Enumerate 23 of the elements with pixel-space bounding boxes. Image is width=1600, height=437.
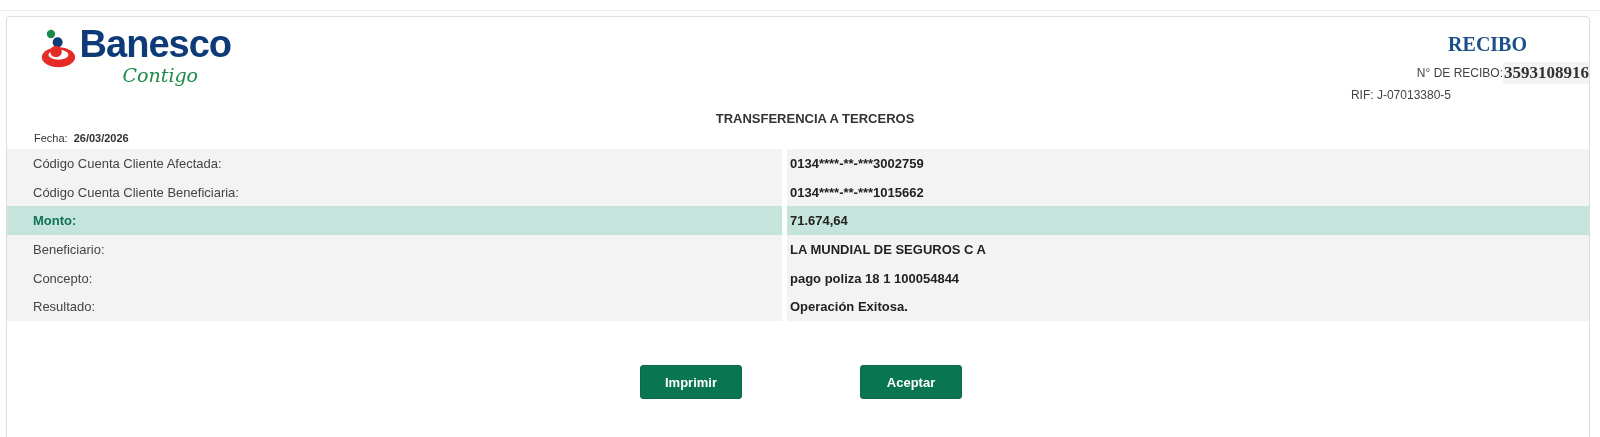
field-label: Código Cuenta Cliente Afectada:	[7, 149, 782, 178]
rif-text: RIF: J-07013380-5	[1350, 88, 1451, 102]
brand-name: Banesco	[79, 23, 231, 65]
field-label: Resultado:	[7, 292, 782, 322]
field-label: Beneficiario:	[7, 235, 782, 264]
receipt-number: 3593108916	[1503, 62, 1589, 84]
field-label: Concepto:	[7, 263, 782, 293]
accept-button[interactable]: Aceptar	[860, 365, 962, 400]
field-value: 71.674,64	[787, 206, 1589, 236]
transfer-title: TRANSFERENCIA A TERCEROS	[715, 111, 915, 126]
field-value: Operación Exitosa.	[787, 292, 1589, 322]
date-value: 26/03/2026	[73, 132, 129, 146]
field-label: Monto:	[7, 206, 782, 236]
receipt-number-label: N° DE RECIBO:	[1416, 66, 1503, 80]
print-button[interactable]: Imprimir	[640, 365, 742, 400]
field-value: LA MUNDIAL DE SEGUROS C A	[787, 235, 1589, 264]
field-value: 0134****-**-***1015662	[787, 177, 1589, 207]
field-value: 0134****-**-***3002759	[787, 149, 1589, 178]
date-label: Fecha:	[34, 132, 68, 146]
receipt-title: RECIBO	[1448, 33, 1527, 56]
field-label: Código Cuenta Cliente Beneficiaria:	[7, 177, 782, 207]
brand-tagline: Contigo	[122, 65, 199, 85]
field-value: pago poliza 18 1 100054844	[787, 263, 1589, 293]
